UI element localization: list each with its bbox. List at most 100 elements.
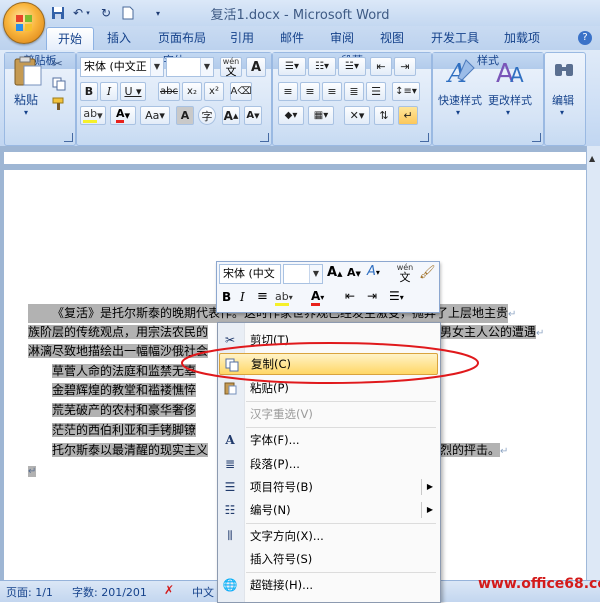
styles-dialog-launcher[interactable] — [532, 133, 541, 142]
mini-increase-indent-icon[interactable]: ⇥ — [367, 289, 377, 303]
status-language[interactable]: 中文 — [192, 584, 214, 600]
chevron-down-icon[interactable]: ▼ — [309, 265, 322, 283]
justify-icon[interactable]: ≣ — [344, 82, 364, 101]
bold-icon[interactable]: B — [80, 82, 98, 101]
change-case-icon[interactable]: Aa▾ — [140, 106, 170, 125]
font-color-icon[interactable]: A ▾ — [110, 106, 136, 125]
mini-font-color-icon[interactable]: A▾ — [311, 289, 324, 306]
menu-item-paste[interactable]: 粘贴(P) — [218, 377, 438, 399]
italic-icon[interactable]: I — [100, 82, 118, 101]
text-line-right[interactable]: 男女主人公的遭遇↵ — [440, 323, 544, 342]
grow-font-icon[interactable]: A ▲ — [222, 106, 240, 125]
change-styles-dropdown-icon[interactable]: ▾ — [506, 108, 510, 117]
clipboard-dialog-launcher[interactable] — [64, 133, 73, 142]
menu-item-paragraph[interactable]: ≣ 段落(P)... — [218, 453, 438, 475]
sort-icon[interactable]: ⇅ — [374, 106, 394, 125]
office-button[interactable] — [3, 2, 45, 44]
status-page[interactable]: 页面: 1/1 — [6, 584, 53, 600]
chevron-down-icon[interactable]: ▼ — [150, 58, 163, 76]
strikethrough-icon[interactable]: abc — [158, 82, 180, 101]
menu-item-cut[interactable]: ✂ 剪切(T) — [218, 329, 438, 351]
shading-icon[interactable]: ◆▾ — [278, 106, 304, 125]
change-styles-icon[interactable]: AA — [494, 56, 528, 89]
text-line[interactable]: 草菅人命的法庭和监禁无辜 — [52, 362, 197, 381]
tab-developer[interactable]: 开发工具 — [424, 27, 486, 49]
align-center-icon[interactable]: ≡ — [300, 82, 320, 101]
shrink-font-icon[interactable]: A ▼ — [244, 106, 262, 125]
mini-grow-font-icon[interactable]: A▲ — [327, 265, 342, 280]
tab-review[interactable]: 审阅 — [322, 27, 362, 49]
mini-size-combo[interactable]: ▼ — [283, 264, 323, 284]
menu-item-numbering[interactable]: ☷ 编号(N) ▶ — [218, 499, 438, 521]
menu-item-copy[interactable]: 复制(C) — [219, 353, 438, 375]
mini-italic-icon[interactable]: I — [240, 290, 245, 304]
chevron-down-icon[interactable]: ▼ — [200, 58, 213, 76]
text-line[interactable]: 荒芜破产的农村和豪华奢侈 — [52, 401, 197, 420]
tab-mailings[interactable]: 邮件 — [272, 27, 312, 49]
mini-phonetic-icon[interactable]: wén 文 — [395, 264, 415, 284]
empty-line[interactable]: ↵ — [28, 461, 37, 480]
line-spacing-icon[interactable]: ↕≡▾ — [392, 82, 420, 101]
paragraph-dialog-launcher[interactable] — [420, 133, 429, 142]
paste-dropdown-icon[interactable]: ▾ — [24, 108, 28, 117]
editing-button[interactable]: 编辑 — [552, 92, 574, 108]
borders-icon[interactable]: ▦▾ — [308, 106, 334, 125]
character-shading-icon[interactable]: A — [176, 106, 194, 125]
decrease-indent-icon[interactable]: ⇤ — [370, 57, 392, 76]
tab-view[interactable]: 视图 — [372, 27, 412, 49]
text-line[interactable]: 金碧辉煌的教堂和褴褛憔悴 — [52, 381, 197, 400]
mini-bullets-icon[interactable]: ☰▾ — [389, 289, 404, 303]
text-line-right[interactable]: 烈的抨击。↵ — [440, 441, 508, 460]
tab-insert[interactable]: 插入 — [98, 27, 140, 49]
vertical-scrollbar[interactable]: ▲ — [586, 146, 600, 580]
menu-item-text-direction[interactable]: ⫼ 文字方向(X)... — [218, 525, 438, 547]
submenu-arrow-icon[interactable]: ▶ — [421, 479, 438, 495]
numbering-icon[interactable]: ☷▾ — [308, 57, 336, 76]
show-marks-icon[interactable]: ↵ — [398, 106, 418, 125]
bullets-icon[interactable]: ☰▾ — [278, 57, 306, 76]
editing-dropdown-icon[interactable]: ▾ — [560, 108, 564, 117]
mini-bold-icon[interactable]: B — [222, 290, 231, 304]
copy-icon[interactable] — [52, 77, 66, 91]
tab-add-ins[interactable]: 加载项 — [496, 27, 548, 49]
submenu-arrow-icon[interactable]: ▶ — [421, 502, 438, 518]
mini-decrease-indent-icon[interactable]: ⇤ — [345, 289, 355, 303]
binoculars-icon[interactable] — [552, 58, 576, 84]
format-painter-icon[interactable] — [52, 97, 66, 111]
scroll-up-icon[interactable]: ▲ — [589, 154, 595, 163]
chinese-layout-icon[interactable]: ✕▾ — [344, 106, 370, 125]
text-highlight-icon[interactable]: ab ▾ — [80, 106, 106, 125]
increase-indent-icon[interactable]: ⇥ — [394, 57, 416, 76]
mini-styles-icon[interactable]: A▾ — [367, 264, 380, 279]
font-dialog-launcher[interactable] — [260, 133, 269, 142]
text-line[interactable]: 托尔斯泰以最清醒的现实主义 — [52, 441, 209, 460]
subscript-icon[interactable]: x₂ — [182, 82, 202, 101]
menu-item-bullets[interactable]: ☰ 项目符号(B) ▶ — [218, 476, 438, 498]
underline-icon[interactable]: U ▾ — [120, 82, 146, 101]
help-icon[interactable]: ? — [578, 31, 592, 45]
quick-styles-dropdown-icon[interactable]: ▾ — [456, 108, 460, 117]
quick-styles-icon[interactable]: A — [444, 56, 478, 89]
tab-page-layout[interactable]: 页面布局 — [150, 27, 214, 49]
paste-button[interactable]: 粘贴 — [14, 91, 38, 108]
text-line[interactable]: 族阶层的传统观点，用宗法农民的 — [28, 323, 209, 342]
align-right-icon[interactable]: ≡ — [322, 82, 342, 101]
proofing-icon[interactable]: ✗ — [164, 583, 174, 597]
cut-icon[interactable]: ✂ — [52, 57, 63, 72]
mini-highlight-icon[interactable]: ab▾ — [275, 290, 293, 306]
font-size-combo[interactable]: ▼ — [166, 57, 214, 77]
tab-home[interactable]: 开始 — [46, 27, 94, 50]
mini-shrink-font-icon[interactable]: A▼ — [347, 266, 361, 279]
menu-item-font[interactable]: A 字体(F)... — [218, 429, 438, 451]
text-line[interactable]: 淋漓尽致地描绘出一幅幅沙俄社会 — [28, 342, 209, 361]
superscript-icon[interactable]: x² — [204, 82, 224, 101]
text-line[interactable]: 茫茫的西伯利亚和手铐脚镣 — [52, 421, 197, 440]
clear-formatting-icon[interactable]: A⌫ — [230, 82, 252, 101]
mini-font-combo[interactable]: 宋体 (中文 — [219, 264, 281, 284]
menu-item-insert-symbol[interactable]: 插入符号(S) — [218, 548, 438, 570]
phonetic-guide-button[interactable]: wén 文 — [220, 57, 242, 77]
mini-center-icon[interactable]: ≡ — [257, 289, 268, 304]
quick-styles-button[interactable]: 快速样式 — [438, 92, 482, 108]
status-word-count[interactable]: 字数: 201/201 — [72, 584, 147, 600]
menu-item-hyperlink[interactable]: 🌐 超链接(H)... — [218, 574, 438, 596]
